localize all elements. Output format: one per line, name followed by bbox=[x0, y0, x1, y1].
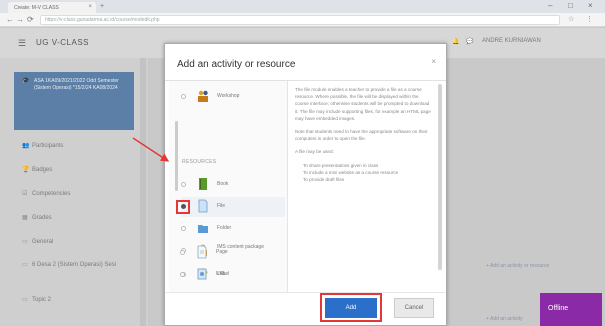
address-bar-row: ← → ⟳ https://v-class.gunadarma.ac.id/co… bbox=[0, 13, 605, 27]
option-file[interactable]: File bbox=[176, 197, 285, 217]
sidebar-item-label: Participants bbox=[32, 143, 64, 149]
close-icon[interactable]: × bbox=[431, 57, 436, 66]
radio-button[interactable] bbox=[181, 94, 186, 99]
option-label: File bbox=[217, 203, 226, 209]
file-icon bbox=[198, 199, 208, 213]
sidebar-item-grades[interactable]: ▦ Grades bbox=[22, 214, 52, 221]
sidebar-item-general[interactable]: ▭ General bbox=[22, 238, 53, 245]
hamburger-icon[interactable]: ☰ bbox=[18, 38, 26, 49]
option-label: URL bbox=[216, 271, 227, 277]
workshop-icon bbox=[198, 90, 208, 102]
checkbox-icon: ☑ bbox=[22, 191, 28, 197]
option-folder[interactable]: Folder bbox=[181, 219, 285, 239]
sidebar-item-badges[interactable]: 🏆 Badges bbox=[22, 166, 52, 173]
sidebar-scrollbar[interactable] bbox=[140, 58, 146, 326]
badge-icon: 🏆 bbox=[22, 167, 30, 173]
sidebar-item-participants[interactable]: 👥 Participants bbox=[22, 142, 63, 149]
course-icon: 🎓 bbox=[22, 78, 30, 84]
description-paragraph: The file module enables a teacher to pro… bbox=[295, 87, 431, 121]
option-book[interactable]: Book bbox=[181, 175, 285, 195]
sidebar-item-course[interactable]: 🎓 ASA 1KA09/2021/2022 Odd Semester (Sist… bbox=[14, 72, 134, 130]
description-paragraph: Note that students need to have the appr… bbox=[295, 129, 428, 142]
sidebar-item-label: Topic 2 bbox=[32, 297, 52, 303]
option-url[interactable]: URL bbox=[180, 265, 284, 285]
site-brand[interactable]: UG V-CLASS bbox=[36, 38, 89, 47]
cancel-button[interactable]: Cancel bbox=[394, 298, 434, 318]
folder-icon: ▭ bbox=[22, 262, 28, 268]
book-icon bbox=[199, 178, 207, 190]
radio-button[interactable] bbox=[181, 182, 186, 187]
folder-icon: ▭ bbox=[22, 297, 28, 303]
star-icon[interactable]: ☆ bbox=[568, 15, 574, 23]
users-icon: 👥 bbox=[22, 143, 30, 149]
dialog-title: Add an activity or resource bbox=[177, 59, 296, 70]
close-window-icon[interactable]: × bbox=[588, 1, 593, 10]
browser-tab[interactable]: Create: M-V CLASS × bbox=[8, 2, 96, 13]
page-icon bbox=[197, 245, 207, 259]
forward-icon[interactable]: → bbox=[16, 15, 24, 24]
radio-button[interactable] bbox=[181, 226, 186, 231]
divider bbox=[165, 292, 446, 293]
description-list-item: To provide draft files bbox=[303, 176, 433, 183]
list-scrollbar[interactable] bbox=[175, 121, 178, 191]
reload-icon[interactable]: ⟳ bbox=[27, 15, 34, 24]
offline-badge: Offline bbox=[540, 293, 602, 326]
user-menu[interactable]: ANDRE KURNIAWAN bbox=[482, 38, 541, 44]
minimize-icon[interactable]: – bbox=[548, 1, 552, 10]
add-activity-link[interactable]: + Add an activity or resource bbox=[486, 263, 549, 269]
sidebar-item-topic-1[interactable]: ▭ 6 Desa 2 (Sistem Operasi) Sesi bbox=[22, 262, 132, 269]
browser-tab-bar: Create: M-V CLASS × + – □ × bbox=[0, 0, 605, 13]
option-label: Page bbox=[216, 249, 228, 255]
back-icon[interactable]: ← bbox=[6, 15, 14, 24]
sidebar-item-competencies[interactable]: ☑ Competencies bbox=[22, 190, 70, 197]
course-nav-drawer: 🎓 ASA 1KA09/2021/2022 Odd Semester (Sist… bbox=[0, 58, 148, 326]
description-list-item: To share presentations given in class bbox=[303, 162, 433, 169]
section-heading: RESOURCES bbox=[182, 159, 217, 165]
notification-bell-icon[interactable]: 🔔 bbox=[452, 38, 459, 45]
option-page[interactable]: Page bbox=[180, 243, 284, 263]
close-tab-icon[interactable]: × bbox=[88, 4, 92, 10]
sidebar-item-topic-2[interactable]: ▭ Topic 2 bbox=[22, 296, 51, 303]
description-list-item: To include a mini website as a course re… bbox=[303, 169, 433, 176]
radio-button[interactable] bbox=[180, 250, 185, 255]
option-label: Book bbox=[217, 181, 229, 187]
activity-description: The file module enables a teacher to pro… bbox=[295, 86, 433, 291]
sidebar-item-label: Badges bbox=[32, 167, 53, 173]
url-icon bbox=[197, 268, 207, 280]
sidebar-item-label: ASA 1KA09/2021/2022 Odd Semester (Sistem… bbox=[34, 78, 119, 91]
maximize-icon[interactable]: □ bbox=[568, 1, 573, 10]
radio-button[interactable] bbox=[180, 272, 185, 277]
add-button[interactable]: Add bbox=[325, 298, 377, 318]
url-field[interactable]: https://v-class.gunadarma.ac.id/course/m… bbox=[40, 15, 560, 25]
option-workshop[interactable]: Workshop bbox=[181, 87, 285, 107]
grades-icon: ▦ bbox=[22, 215, 28, 221]
sidebar-item-label: Competencies bbox=[32, 191, 71, 197]
description-paragraph: A file may be used: bbox=[295, 149, 334, 155]
new-tab-icon[interactable]: + bbox=[100, 3, 104, 10]
sidebar-item-label: 6 Desa 2 (Sistem Operasi) Sesi bbox=[32, 262, 117, 268]
add-activity-link[interactable]: + Add an activity bbox=[486, 316, 523, 322]
folder-icon: ▭ bbox=[22, 239, 28, 245]
description-scrollbar[interactable] bbox=[438, 84, 442, 270]
option-label: Folder bbox=[217, 225, 232, 231]
sidebar-item-label: Grades bbox=[32, 215, 52, 221]
sidebar-item-label: General bbox=[32, 239, 54, 245]
message-icon[interactable]: 💬 bbox=[466, 38, 473, 45]
menu-icon[interactable]: ⋮ bbox=[586, 15, 593, 23]
option-label: Workshop bbox=[217, 93, 240, 99]
highlight-box bbox=[176, 200, 190, 214]
browser-tab-title: Create: M-V CLASS bbox=[14, 5, 59, 11]
folder-icon bbox=[198, 225, 208, 233]
